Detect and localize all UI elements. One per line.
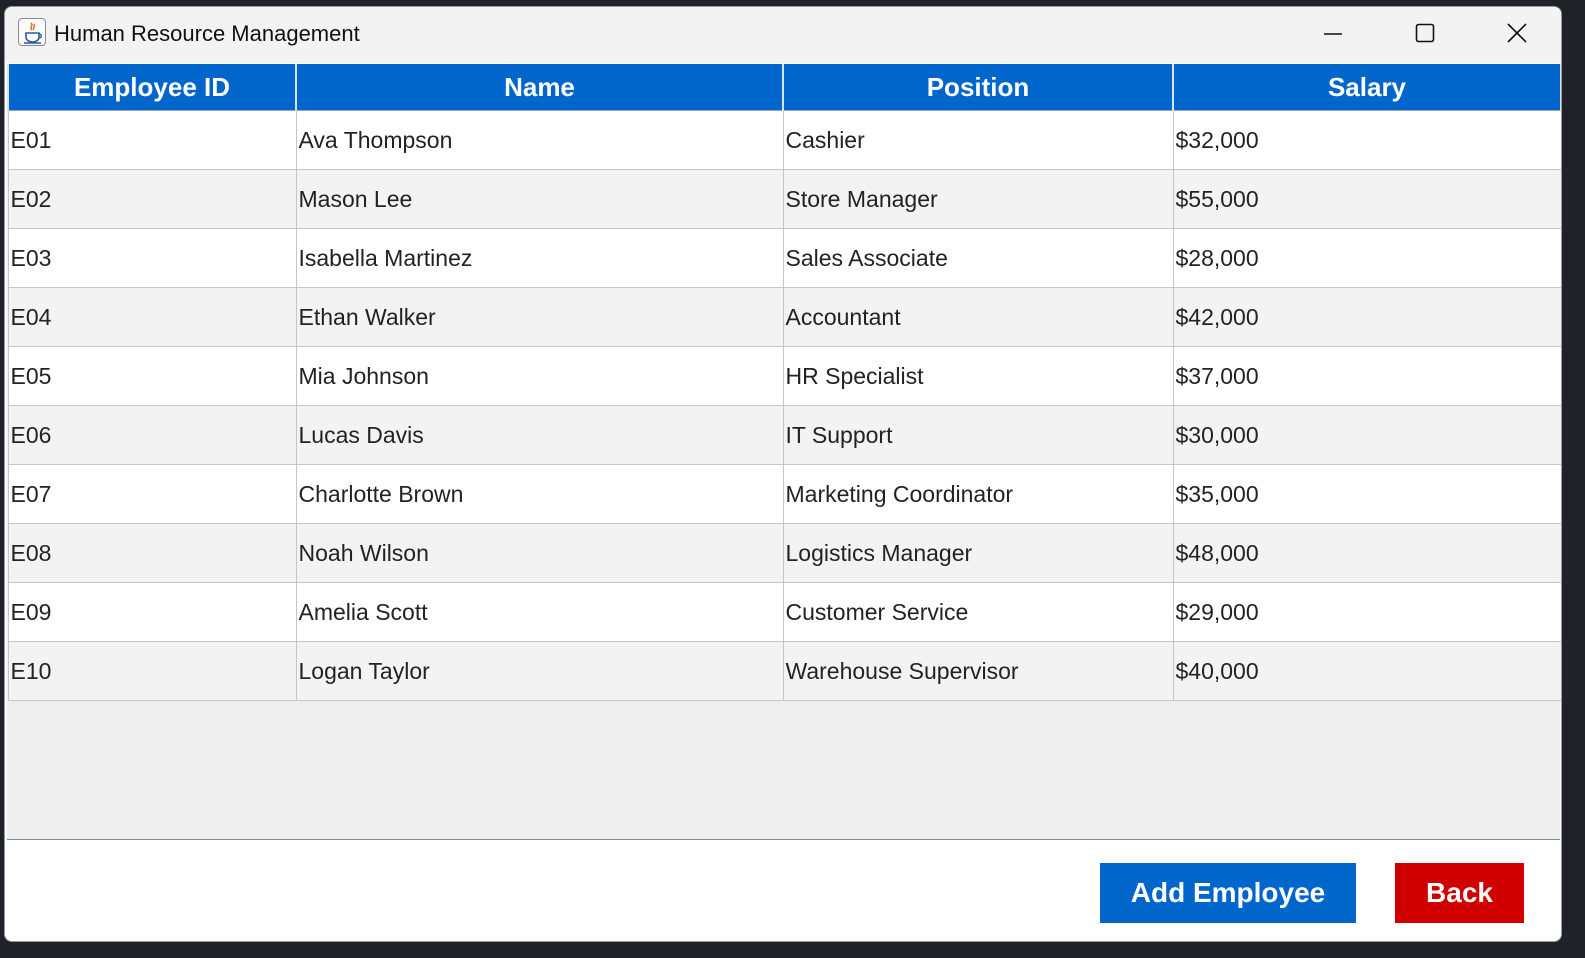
cell-position[interactable]: Customer Service — [782, 582, 1174, 642]
cell-position[interactable]: Logistics Manager — [782, 523, 1174, 583]
window-title: Human Resource Management — [54, 21, 360, 46]
cell-employee-id[interactable]: E06 — [7, 405, 297, 465]
maximize-button[interactable] — [1379, 7, 1471, 63]
cell-name[interactable]: Ethan Walker — [295, 287, 784, 347]
table-row[interactable]: E09 Amelia Scott Customer Service $29,00… — [7, 582, 1561, 642]
cell-salary[interactable]: $48,000 — [1172, 523, 1561, 583]
cell-employee-id[interactable]: E07 — [7, 464, 297, 524]
cell-name[interactable]: Isabella Martinez — [295, 228, 784, 288]
column-header-name[interactable]: Name — [295, 64, 784, 111]
table-row[interactable]: E10 Logan Taylor Warehouse Supervisor $4… — [7, 641, 1561, 701]
cell-employee-id[interactable]: E05 — [7, 346, 297, 406]
cell-employee-id[interactable]: E04 — [7, 287, 297, 347]
column-header-salary[interactable]: Salary — [1172, 64, 1561, 111]
cell-name[interactable]: Noah Wilson — [295, 523, 784, 583]
cell-position[interactable]: HR Specialist — [782, 346, 1174, 406]
back-button[interactable]: Back — [1395, 863, 1524, 923]
cell-name[interactable]: Ava Thompson — [295, 110, 784, 170]
table-row[interactable]: E07 Charlotte Brown Marketing Coordinato… — [7, 464, 1561, 524]
cell-name[interactable]: Mason Lee — [295, 169, 784, 229]
table-header-row: Employee ID Name Position Salary — [7, 64, 1561, 111]
cell-employee-id[interactable]: E10 — [7, 641, 297, 701]
column-header-employee-id[interactable]: Employee ID — [7, 64, 297, 111]
cell-name[interactable]: Charlotte Brown — [295, 464, 784, 524]
minimize-icon — [1324, 33, 1342, 35]
cell-salary[interactable]: $40,000 — [1172, 641, 1561, 701]
button-panel: Add Employee Back — [5, 841, 1561, 941]
cell-employee-id[interactable]: E08 — [7, 523, 297, 583]
table-row[interactable]: E06 Lucas Davis IT Support $30,000 — [7, 405, 1561, 465]
employee-table-viewport[interactable]: Employee ID Name Position Salary E01 Ava… — [7, 64, 1561, 840]
app-window: Human Resource Management Employee ID Na… — [4, 6, 1562, 942]
table-row[interactable]: E03 Isabella Martinez Sales Associate $2… — [7, 228, 1561, 288]
title-bar: Human Resource Management — [5, 7, 1561, 63]
table-row[interactable]: E05 Mia Johnson HR Specialist $37,000 — [7, 346, 1561, 406]
column-header-position[interactable]: Position — [782, 64, 1174, 111]
cell-salary[interactable]: $30,000 — [1172, 405, 1561, 465]
cell-name[interactable]: Logan Taylor — [295, 641, 784, 701]
table-row[interactable]: E04 Ethan Walker Accountant $42,000 — [7, 287, 1561, 347]
maximize-icon — [1415, 23, 1435, 43]
cell-salary[interactable]: $35,000 — [1172, 464, 1561, 524]
close-icon — [1507, 23, 1527, 43]
cell-position[interactable]: Sales Associate — [782, 228, 1174, 288]
table-row[interactable]: E08 Noah Wilson Logistics Manager $48,00… — [7, 523, 1561, 583]
cell-employee-id[interactable]: E09 — [7, 582, 297, 642]
cell-name[interactable]: Mia Johnson — [295, 346, 784, 406]
java-cup-icon — [18, 18, 46, 46]
cell-salary[interactable]: $28,000 — [1172, 228, 1561, 288]
cell-position[interactable]: Marketing Coordinator — [782, 464, 1174, 524]
table-row[interactable]: E02 Mason Lee Store Manager $55,000 — [7, 169, 1561, 229]
employee-table: Employee ID Name Position Salary E01 Ava… — [7, 64, 1561, 701]
cell-position[interactable]: Warehouse Supervisor — [782, 641, 1174, 701]
add-employee-button[interactable]: Add Employee — [1100, 863, 1356, 923]
cell-name[interactable]: Lucas Davis — [295, 405, 784, 465]
cell-position[interactable]: Accountant — [782, 287, 1174, 347]
cell-salary[interactable]: $32,000 — [1172, 110, 1561, 170]
cell-position[interactable]: Cashier — [782, 110, 1174, 170]
cell-name[interactable]: Amelia Scott — [295, 582, 784, 642]
cell-employee-id[interactable]: E01 — [7, 110, 297, 170]
cell-salary[interactable]: $55,000 — [1172, 169, 1561, 229]
cell-position[interactable]: IT Support — [782, 405, 1174, 465]
cell-position[interactable]: Store Manager — [782, 169, 1174, 229]
cell-salary[interactable]: $42,000 — [1172, 287, 1561, 347]
cell-employee-id[interactable]: E03 — [7, 228, 297, 288]
cell-salary[interactable]: $37,000 — [1172, 346, 1561, 406]
close-button[interactable] — [1471, 7, 1561, 63]
minimize-button[interactable] — [1287, 7, 1379, 63]
cell-employee-id[interactable]: E02 — [7, 169, 297, 229]
cell-salary[interactable]: $29,000 — [1172, 582, 1561, 642]
table-row[interactable]: E01 Ava Thompson Cashier $32,000 — [7, 110, 1561, 170]
